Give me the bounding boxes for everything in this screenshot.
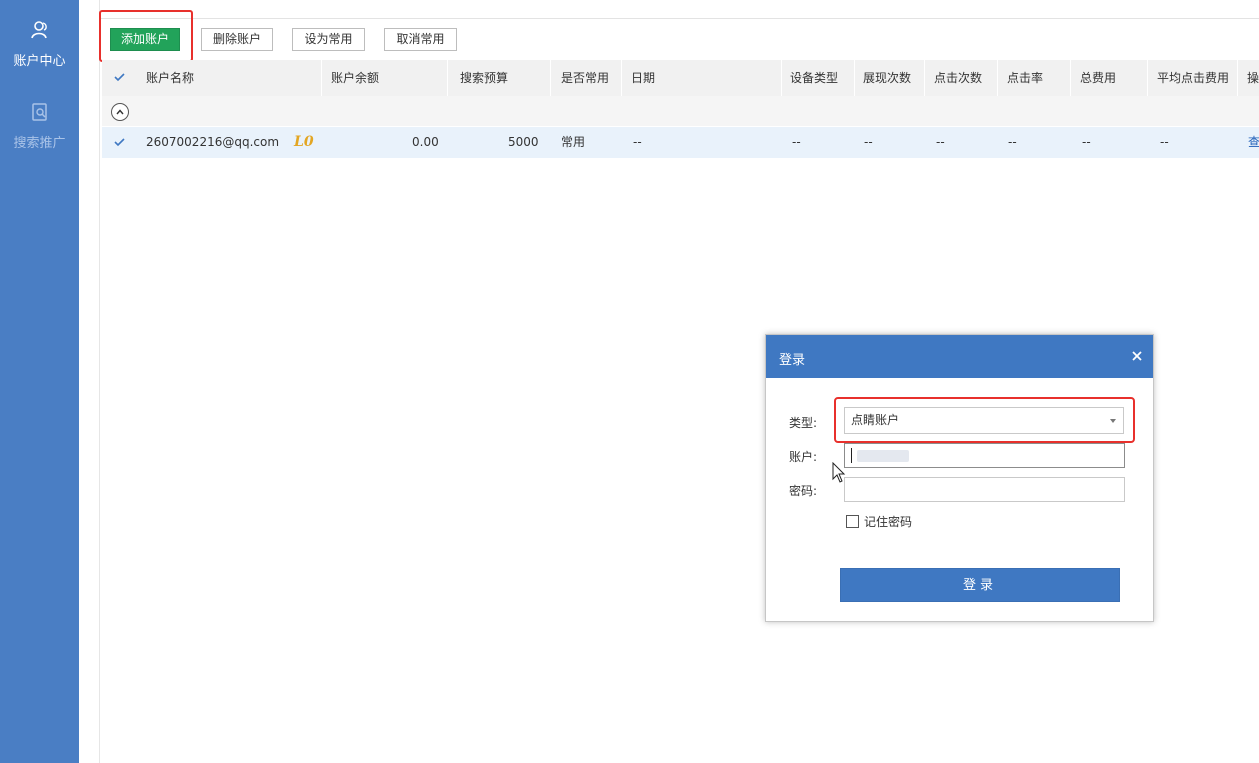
header-ctr[interactable]: 点击率 (1007, 60, 1043, 96)
password-label: 密码: (789, 484, 818, 498)
type-select[interactable]: 点睛账户 (844, 407, 1124, 434)
cell-balance: 0.00 (412, 135, 439, 149)
type-label: 类型: (789, 416, 818, 430)
table-row[interactable]: 2607002216@qq.com L0 0.00 5000 常用 -- -- … (102, 127, 1259, 158)
chevron-up-icon (116, 109, 124, 115)
dialog-title: 登录 (779, 353, 806, 368)
sidebar: 账户中心 搜索推广 (0, 0, 79, 763)
cancel-common-button[interactable]: 取消常用 (384, 28, 457, 51)
select-all-check-icon[interactable] (114, 73, 125, 82)
text-cursor (851, 448, 852, 463)
cell-ctr: -- (1008, 135, 1017, 149)
header-action: 操 (1247, 71, 1259, 85)
sidebar-item-label: 账户中心 (13, 54, 66, 69)
remember-password-label[interactable]: 记住密码 (864, 513, 912, 530)
login-button[interactable]: 登录 (840, 568, 1120, 602)
header-total-cost[interactable]: 总费用 (1080, 60, 1116, 96)
header-budget[interactable]: 搜索预算 (460, 60, 508, 96)
login-dialog: 登录 类型: 点睛账户 账户: 密码: 记住密码 登录 (765, 334, 1154, 622)
cell-date: -- (633, 135, 642, 149)
cell-avg-cpc: -- (1160, 135, 1169, 149)
sidebar-item-search-promotion[interactable]: 搜索推广 (0, 96, 79, 166)
cell-account: 2607002216@qq.com (146, 135, 280, 149)
close-icon[interactable] (1130, 349, 1144, 363)
top-divider (100, 18, 1259, 19)
cell-impressions: -- (864, 135, 873, 149)
cell-common: 常用 (561, 135, 586, 149)
type-select-value: 点睛账户 (851, 413, 900, 427)
header-device-type[interactable]: 设备类型 (790, 60, 838, 96)
set-common-button[interactable]: 设为常用 (292, 28, 365, 51)
table-header: 账户名称 账户余额 搜索预算 是否常用 日期 设备类型 展现次数 点击次数 点击… (102, 60, 1259, 96)
collapse-button[interactable] (111, 103, 129, 121)
cell-clicks: -- (936, 135, 945, 149)
cell-action-link[interactable]: 查 (1248, 127, 1259, 158)
mouse-pointer-icon (832, 462, 846, 483)
header-clicks[interactable]: 点击次数 (934, 60, 982, 96)
group-row (102, 96, 1259, 126)
sidebar-divider (79, 0, 100, 763)
dialog-header: 登录 (766, 335, 1153, 378)
header-balance[interactable]: 账户余额 (331, 60, 379, 96)
account-input[interactable] (844, 443, 1125, 468)
account-label: 账户: (789, 450, 818, 464)
level-badge: L0 (294, 134, 314, 150)
header-is-common[interactable]: 是否常用 (561, 60, 609, 96)
cell-total-cost: -- (1082, 135, 1091, 149)
row-check-icon[interactable] (114, 138, 125, 147)
header-impressions[interactable]: 展现次数 (863, 60, 911, 96)
sidebar-item-account-center[interactable]: 账户中心 (0, 12, 79, 82)
cell-device: -- (792, 135, 801, 149)
redacted-account-text (857, 450, 909, 462)
dropdown-caret-icon (1110, 419, 1116, 423)
header-avg-cpc[interactable]: 平均点击费用 (1157, 60, 1229, 96)
add-account-button[interactable]: 添加账户 (110, 28, 180, 51)
delete-account-button[interactable]: 删除账户 (201, 28, 273, 51)
cell-budget: 5000 (508, 135, 539, 149)
password-input[interactable] (844, 477, 1125, 502)
header-date[interactable]: 日期 (631, 60, 655, 96)
account-center-icon (31, 21, 47, 39)
header-account-name[interactable]: 账户名称 (146, 60, 194, 96)
remember-password-checkbox[interactable] (846, 515, 859, 528)
search-promotion-icon (32, 103, 47, 121)
sidebar-item-label: 搜索推广 (13, 136, 66, 151)
